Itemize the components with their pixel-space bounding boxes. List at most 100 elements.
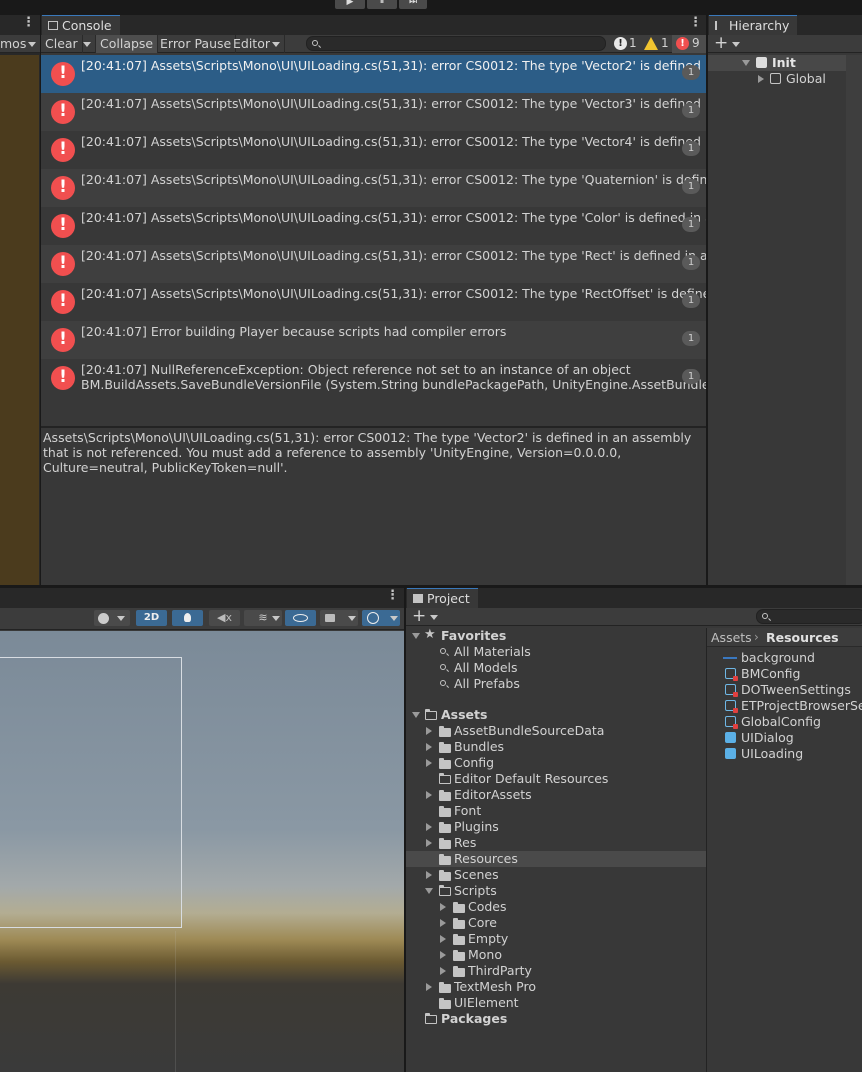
hierarchy-add-button[interactable]: + bbox=[714, 33, 728, 53]
favorite-item[interactable]: All Materials bbox=[406, 644, 706, 660]
project-add-button[interactable]: + bbox=[412, 606, 426, 626]
project-search-input[interactable] bbox=[756, 609, 862, 624]
hierarchy-scene-row[interactable]: Init bbox=[708, 55, 862, 71]
folder-icon bbox=[453, 934, 465, 945]
hierarchy-scrollbar[interactable] bbox=[846, 55, 862, 585]
log-row[interactable]: [20:41:07] Assets\Scripts\Mono\UI\UILoad… bbox=[41, 283, 706, 321]
expand-arrow-icon[interactable] bbox=[742, 60, 750, 66]
folder-item[interactable]: Res bbox=[406, 835, 706, 851]
folder-item[interactable]: Font bbox=[406, 803, 706, 819]
asset-file[interactable]: DOTweenSettings bbox=[707, 682, 862, 698]
folder-item[interactable]: AssetBundleSourceData bbox=[406, 723, 706, 739]
folder-item[interactable]: EditorAssets bbox=[406, 787, 706, 803]
log-row[interactable]: [20:41:07] Assets\Scripts\Mono\UI\UILoad… bbox=[41, 245, 706, 283]
asset-file[interactable]: UIDialog bbox=[707, 730, 862, 746]
assets-root[interactable]: Assets bbox=[406, 707, 706, 723]
console-splitter[interactable] bbox=[41, 426, 706, 428]
folder-item[interactable]: Scenes bbox=[406, 867, 706, 883]
expand-arrow-icon[interactable] bbox=[426, 839, 432, 847]
scene-viewport[interactable] bbox=[0, 631, 404, 1072]
console-search-input[interactable] bbox=[306, 36, 606, 51]
expand-arrow-icon[interactable] bbox=[440, 967, 446, 975]
tab-project[interactable]: Project bbox=[407, 588, 478, 608]
tab-console[interactable]: Console bbox=[42, 15, 120, 35]
expand-arrow-icon[interactable] bbox=[440, 903, 446, 911]
breadcrumb-current[interactable]: Resources bbox=[766, 630, 839, 645]
log-row[interactable]: [20:41:07] Assets\Scripts\Mono\UI\UILoad… bbox=[41, 207, 706, 245]
unity-scene-icon bbox=[756, 57, 767, 68]
log-row[interactable]: [20:41:07] Error building Player because… bbox=[41, 321, 706, 359]
expand-arrow-icon[interactable] bbox=[426, 791, 432, 799]
favorite-item[interactable]: All Prefabs bbox=[406, 676, 706, 692]
editor-dropdown[interactable]: Editor bbox=[229, 35, 285, 53]
pause-button[interactable]: ⏸ bbox=[367, 0, 397, 9]
expand-arrow-icon[interactable] bbox=[426, 759, 432, 767]
effects-dropdown[interactable]: ≋ bbox=[244, 610, 282, 626]
asset-file[interactable]: background bbox=[707, 650, 862, 666]
favorite-item[interactable]: All Models bbox=[406, 660, 706, 676]
gizmos-dropdown[interactable]: mos bbox=[0, 36, 26, 51]
error-filter-toggle[interactable]: ! 9 bbox=[672, 35, 706, 53]
folder-item[interactable]: Empty bbox=[406, 931, 706, 947]
shading-mode-dropdown[interactable] bbox=[94, 610, 130, 626]
folder-label: Codes bbox=[468, 899, 507, 914]
asset-file[interactable]: ETProjectBrowserSettings bbox=[707, 698, 862, 714]
collapse-button[interactable]: Collapse bbox=[96, 35, 159, 53]
scene-menu-icon[interactable]: ⋮ bbox=[386, 588, 399, 603]
expand-arrow-icon[interactable] bbox=[426, 871, 432, 879]
lighting-toggle[interactable] bbox=[172, 610, 203, 626]
favorite-label: All Models bbox=[454, 660, 518, 675]
hierarchy-item[interactable]: Global bbox=[708, 71, 862, 87]
folder-item[interactable]: Codes bbox=[406, 899, 706, 915]
expand-arrow-icon[interactable] bbox=[412, 712, 420, 718]
expand-arrow-icon[interactable] bbox=[440, 951, 446, 959]
expand-arrow-icon[interactable] bbox=[412, 633, 420, 639]
warning-filter-toggle[interactable]: 1 bbox=[642, 35, 670, 53]
folder-item-selected[interactable]: Resources bbox=[406, 851, 706, 867]
expand-arrow-icon[interactable] bbox=[426, 983, 432, 991]
scene-visibility-toggle[interactable] bbox=[285, 610, 316, 626]
camera-dropdown[interactable] bbox=[320, 610, 358, 626]
favorites-header[interactable]: ★ Favorites bbox=[406, 627, 706, 644]
folder-item[interactable]: Core bbox=[406, 915, 706, 931]
folder-item[interactable]: Config bbox=[406, 755, 706, 771]
folder-item[interactable]: Mono bbox=[406, 947, 706, 963]
folder-item[interactable]: Bundles bbox=[406, 739, 706, 755]
error-pause-button[interactable]: Error Pause bbox=[156, 35, 237, 53]
breadcrumb-root[interactable]: Assets bbox=[711, 630, 752, 645]
expand-arrow-icon[interactable] bbox=[425, 888, 433, 894]
globe-icon bbox=[367, 612, 379, 624]
asset-file[interactable]: GlobalConfig bbox=[707, 714, 862, 730]
folder-item[interactable]: Plugins bbox=[406, 819, 706, 835]
folder-item[interactable]: TextMesh Pro bbox=[406, 979, 706, 995]
console-menu-icon[interactable]: ⋮ bbox=[689, 15, 702, 30]
folder-item[interactable]: Editor Default Resources bbox=[406, 771, 706, 787]
asset-file[interactable]: UILoading bbox=[707, 746, 862, 762]
expand-arrow-icon[interactable] bbox=[440, 919, 446, 927]
expand-arrow-icon[interactable] bbox=[440, 935, 446, 943]
log-row[interactable]: [20:41:07] Assets\Scripts\Mono\UI\UILoad… bbox=[41, 131, 706, 169]
folder-item[interactable]: ThirdParty bbox=[406, 963, 706, 979]
packages-root[interactable]: Packages bbox=[406, 1011, 706, 1027]
log-filter-toggle[interactable]: ! 1 bbox=[612, 35, 638, 53]
left-panel-menu-icon[interactable]: ⋮ bbox=[22, 15, 35, 30]
log-row[interactable]: [20:41:07] Assets\Scripts\Mono\UI\UILoad… bbox=[41, 169, 706, 207]
asset-file[interactable]: BMConfig bbox=[707, 666, 862, 682]
log-row[interactable]: [20:41:07] Assets\Scripts\Mono\UI\UILoad… bbox=[41, 55, 706, 93]
gizmos-dropdown[interactable] bbox=[362, 610, 400, 626]
expand-arrow-icon[interactable] bbox=[426, 727, 432, 735]
folder-item[interactable]: Scripts bbox=[406, 883, 706, 899]
log-row[interactable]: [20:41:07] Assets\Scripts\Mono\UI\UILoad… bbox=[41, 93, 706, 131]
clear-button[interactable]: Clear bbox=[41, 35, 83, 53]
log-row[interactable]: [20:41:07] NullReferenceException: Objec… bbox=[41, 359, 706, 397]
expand-arrow-icon[interactable] bbox=[426, 823, 432, 831]
step-button[interactable]: ⏭ bbox=[399, 0, 427, 9]
clear-options-dropdown[interactable] bbox=[80, 35, 96, 53]
audio-toggle[interactable]: ◀x bbox=[209, 610, 240, 626]
folder-item[interactable]: UIElement bbox=[406, 995, 706, 1011]
expand-arrow-icon[interactable] bbox=[758, 75, 764, 83]
toggle-2d-button[interactable]: 2D bbox=[136, 610, 167, 626]
tab-hierarchy[interactable]: Hierarchy bbox=[709, 15, 798, 35]
expand-arrow-icon[interactable] bbox=[426, 743, 432, 751]
play-button[interactable]: ▶ bbox=[335, 0, 365, 9]
